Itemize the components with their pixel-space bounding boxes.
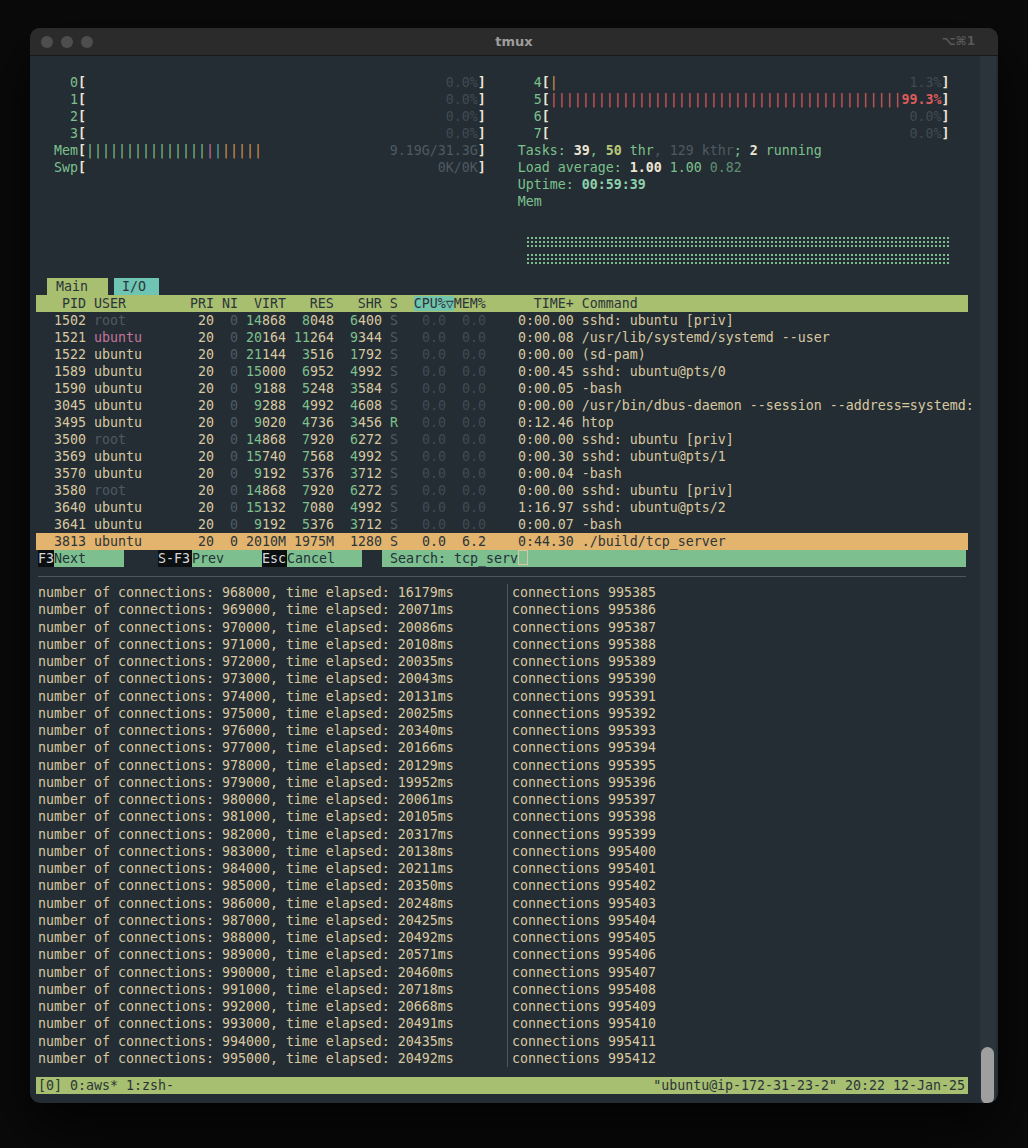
tmux-session-windows[interactable]: [0] 0:aws* 1:zsh- bbox=[38, 1078, 174, 1093]
cpu-meter-row: 3[ 0.0%] 7[ 0.0%] bbox=[36, 125, 968, 142]
process-row[interactable]: 1589 ubuntu 20 0 15000 6952 4992 S 0.0 0… bbox=[36, 363, 968, 380]
tmux-horizontal-pane-border bbox=[38, 576, 966, 577]
cpu-meter-row: 2[ 0.0%] 6[ 0.0%] bbox=[36, 108, 968, 125]
process-row[interactable]: 1502 root 20 0 14868 8048 6400 S 0.0 0.0… bbox=[36, 312, 968, 329]
process-row[interactable]: 3640 ubuntu 20 0 15132 7080 4992 S 0.0 0… bbox=[36, 499, 968, 516]
key-shift-f3-label[interactable]: Prev bbox=[192, 550, 262, 567]
process-table-header[interactable]: PID USER PRI NI VIRT RES SHR S CPU%▽MEM%… bbox=[36, 295, 968, 312]
process-row[interactable]: 3045 ubuntu 20 0 9288 4992 4608 S 0.0 0.… bbox=[36, 397, 968, 414]
sort-column-cpu[interactable]: CPU%▽ bbox=[414, 296, 454, 311]
search-input[interactable]: Search: tcp_serv bbox=[382, 550, 966, 567]
mem-meter-row: Mem[|||||||||||||||||||||| 9.19G/31.3G] … bbox=[36, 142, 968, 159]
right-pane-log: connections 995385 connections 995386 co… bbox=[512, 584, 656, 1067]
process-row[interactable]: 3570 ubuntu 20 0 9192 5376 3712 S 0.0 0.… bbox=[36, 465, 968, 482]
mem-graph-label-row: Mem bbox=[36, 193, 968, 210]
mem-graph-pattern-row1 bbox=[526, 236, 950, 248]
swp-meter-row: Swp[ 0K/0K] Load average: 1.00 1.00 0.82 bbox=[36, 159, 968, 176]
mem-graph-pattern-row2 bbox=[526, 253, 950, 265]
process-row[interactable]: 3641 ubuntu 20 0 9192 5376 3712 S 0.0 0.… bbox=[36, 516, 968, 533]
cpu-meter-row: 1[ 0.0%] 5[|||||||||||||||||||||||||||||… bbox=[36, 91, 968, 108]
cpu-meter-row: 0[ 0.0%] 4[| 1.3%] bbox=[36, 74, 968, 91]
process-row[interactable]: 3580 root 20 0 14868 7920 6272 S 0.0 0.0… bbox=[36, 482, 968, 499]
window-title: tmux bbox=[30, 28, 998, 55]
process-row[interactable]: 1521 ubuntu 20 0 20164 11264 9344 S 0.0 … bbox=[36, 329, 968, 346]
scrollbar-thumb[interactable] bbox=[981, 1047, 994, 1103]
tmux-vertical-pane-border bbox=[507, 584, 508, 1067]
text-cursor bbox=[518, 550, 528, 565]
tab-io[interactable]: I/O bbox=[114, 278, 159, 295]
process-row[interactable]: 3500 root 20 0 14868 7920 6272 S 0.0 0.0… bbox=[36, 431, 968, 448]
process-row[interactable]: 1522 ubuntu 20 0 21144 3516 1792 S 0.0 0… bbox=[36, 346, 968, 363]
left-pane-log: number of connections: 968000, time elap… bbox=[38, 584, 454, 1067]
process-row[interactable]: 3569 ubuntu 20 0 15740 7568 4992 S 0.0 0… bbox=[36, 448, 968, 465]
key-esc[interactable]: Esc bbox=[262, 550, 287, 567]
terminal-content: number of connections: 968000, time elap… bbox=[30, 56, 998, 1103]
key-f3-label[interactable]: Next bbox=[54, 550, 124, 567]
key-esc-label[interactable]: Cancel bbox=[287, 550, 362, 567]
terminal-window: tmux ⌥⌘1 number of connections: 968000, … bbox=[30, 28, 998, 1103]
tmux-status-right: "ubuntu@ip-172-31-23-2" 20:22 12-Jan-25 bbox=[653, 1077, 965, 1094]
key-f3[interactable]: F3 bbox=[38, 550, 54, 567]
titlebar: tmux ⌥⌘1 bbox=[30, 28, 998, 56]
scrollbar-track bbox=[980, 56, 996, 1103]
htop-function-bar: F3Next S-F3PrevEscCancel Search: tcp_serv bbox=[36, 550, 968, 567]
process-row[interactable]: 1590 ubuntu 20 0 9188 5248 3584 S 0.0 0.… bbox=[36, 380, 968, 397]
htop-tabs: Main I/O bbox=[36, 278, 968, 295]
window-shortcut: ⌥⌘1 bbox=[942, 28, 975, 55]
tmux-status-bar: [0] 0:aws* 1:zsh- "ubuntu@ip-172-31-23-2"… bbox=[36, 1077, 968, 1094]
tab-main[interactable]: Main bbox=[47, 278, 108, 295]
uptime-row: Uptime: 00:59:39 bbox=[36, 176, 968, 193]
key-shift-f3[interactable]: S-F3 bbox=[158, 550, 192, 567]
process-row[interactable]: 3495 ubuntu 20 0 9020 4736 3456 R 0.0 0.… bbox=[36, 414, 968, 431]
process-row[interactable]: 3813 ubuntu 20 0 2010M 1975M 1280 S 0.0 … bbox=[36, 533, 968, 550]
